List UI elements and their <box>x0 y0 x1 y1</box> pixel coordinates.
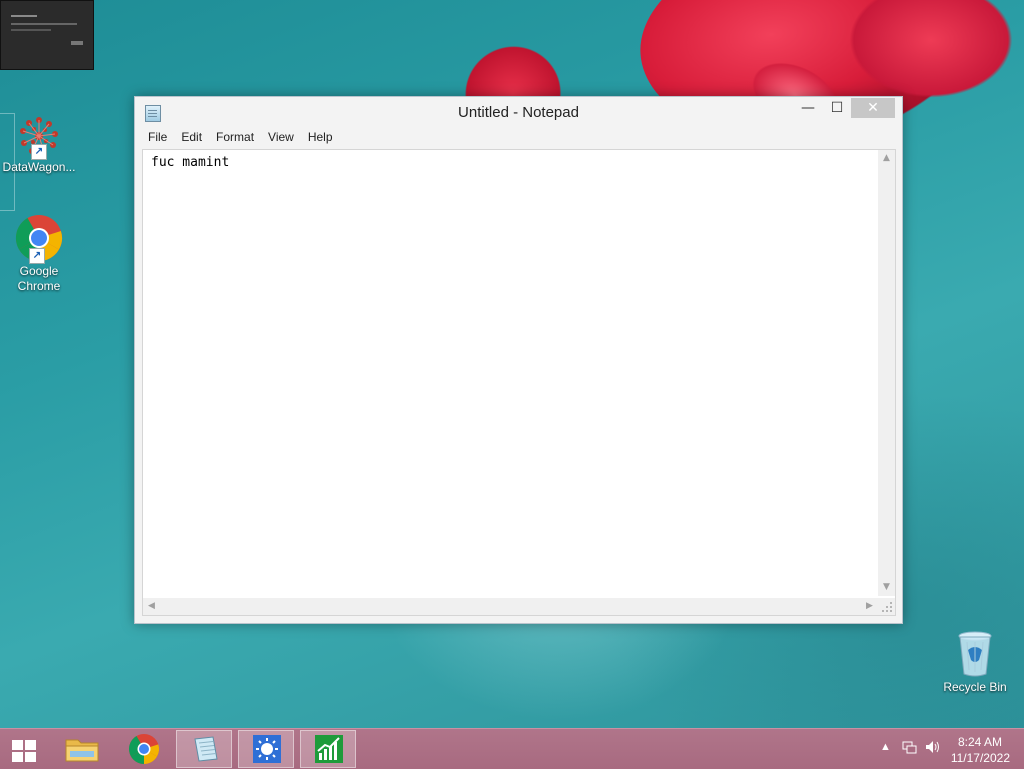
menu-format[interactable]: Format <box>209 128 261 148</box>
horizontal-scrollbar[interactable]: ◀ ▶ <box>143 598 878 615</box>
volume-icon[interactable] <box>924 739 942 758</box>
scroll-right-icon[interactable]: ▶ <box>861 598 878 615</box>
desktop-icon-label: Google Chrome <box>17 264 61 293</box>
desktop-icon-label: Recycle Bin <box>943 680 1007 694</box>
settings-sun-icon <box>253 735 281 763</box>
menu-file[interactable]: File <box>141 128 174 148</box>
scroll-left-icon[interactable]: ◀ <box>143 598 160 615</box>
text-editor[interactable]: fuc mamint ▲ ▼ ◀ ▶ <box>142 149 896 616</box>
scroll-down-icon[interactable]: ▼ <box>878 579 895 596</box>
window-thumbnail[interactable] <box>0 0 94 70</box>
shortcut-arrow-icon: ↗ <box>31 144 47 160</box>
taskbar: ▲ 8:24 AM 11/17/2022 <box>0 728 1024 769</box>
notepad-window[interactable]: Untitled - Notepad — ☐ ✕ File Edit Forma… <box>134 96 903 624</box>
recycle-bin-icon <box>955 630 995 678</box>
taskbar-chrome[interactable] <box>116 730 172 768</box>
chrome-icon: ↗ <box>15 214 63 264</box>
file-explorer-icon <box>65 739 99 762</box>
window-title: Untitled - Notepad <box>458 104 579 121</box>
menu-view[interactable]: View <box>261 128 301 148</box>
taskbar-file-explorer[interactable] <box>54 730 110 768</box>
thumbnail-line <box>11 15 37 17</box>
maximize-button[interactable]: ☐ <box>823 98 851 118</box>
menu-help[interactable]: Help <box>301 128 340 148</box>
shortcut-arrow-icon: ↗ <box>29 248 45 264</box>
editor-content[interactable]: fuc mamint <box>151 155 229 170</box>
scroll-up-icon[interactable]: ▲ <box>878 150 895 167</box>
desktop-icon-recycle-bin[interactable]: Recycle Bin <box>936 630 1014 695</box>
chrome-icon <box>128 734 160 764</box>
notepad-icon <box>194 736 218 762</box>
stock-chart-icon <box>315 735 343 763</box>
desktop-icon-label: DataWagon... <box>2 160 76 174</box>
network-icon[interactable] <box>902 739 918 758</box>
thumbnail-line <box>11 23 77 25</box>
title-bar[interactable]: Untitled - Notepad — ☐ ✕ <box>135 97 902 127</box>
taskbar-stock-app[interactable] <box>300 730 356 768</box>
close-button[interactable]: ✕ <box>851 98 895 118</box>
resize-grip-icon[interactable] <box>878 598 895 615</box>
system-tray: ▲ 8:24 AM 11/17/2022 <box>864 729 1024 769</box>
desktop: ↗ DataWagon... ↗ Google Chrome Recycle B… <box>0 0 1024 728</box>
tray-expand-icon[interactable]: ▲ <box>880 741 891 753</box>
desktop-icon-chrome[interactable]: ↗ Google Chrome <box>0 214 78 294</box>
minimize-button[interactable]: — <box>793 98 823 118</box>
desktop-icon-datawagon[interactable]: ↗ DataWagon... <box>0 114 78 175</box>
thumbnail-button <box>71 41 83 45</box>
menu-bar: File Edit Format View Help <box>141 128 340 148</box>
start-button[interactable] <box>0 730 48 768</box>
datawagon-icon: ↗ <box>17 114 61 160</box>
taskbar-settings-app[interactable] <box>238 730 294 768</box>
thumbnail-line <box>11 29 51 31</box>
clock-time[interactable]: 8:24 AM <box>958 735 1002 749</box>
taskbar-notepad[interactable] <box>176 730 232 768</box>
vertical-scrollbar[interactable]: ▲ ▼ <box>878 150 895 596</box>
clock-date[interactable]: 11/17/2022 <box>951 751 1010 765</box>
menu-edit[interactable]: Edit <box>174 128 209 148</box>
